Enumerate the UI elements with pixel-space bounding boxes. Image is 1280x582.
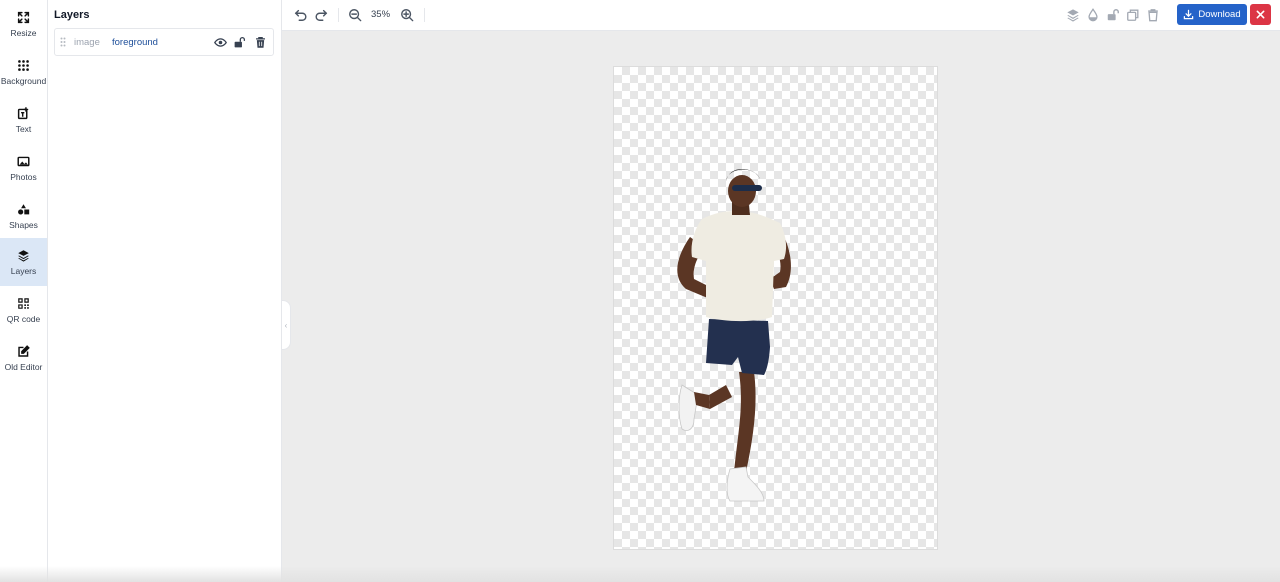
duplicate-icon[interactable]	[1126, 8, 1140, 22]
layers-panel: Layers image foreground	[48, 0, 282, 582]
zoom-level: 35%	[371, 9, 391, 20]
top-toolbar: 35% Download	[282, 0, 1280, 31]
download-icon	[1184, 9, 1194, 20]
rail-item-text[interactable]: Text	[0, 96, 47, 144]
rail-item-resize[interactable]: Resize	[0, 0, 47, 48]
delete-icon[interactable]	[254, 36, 267, 49]
lock-toggle-icon[interactable]	[1106, 8, 1120, 22]
unlock-icon[interactable]	[233, 36, 246, 49]
download-button[interactable]: Download	[1177, 4, 1247, 25]
foreground-image[interactable]	[614, 67, 937, 549]
rail-label: Background	[0, 75, 47, 86]
tool-rail: Resize Background Text Photos Shapes Lay…	[0, 0, 48, 582]
resize-icon	[17, 11, 30, 23]
rail-item-background[interactable]: Background	[0, 48, 47, 96]
rail-item-qr-code[interactable]: QR code	[0, 286, 47, 334]
photo-icon	[17, 156, 30, 166]
close-button[interactable]	[1250, 4, 1271, 25]
toolbar-divider	[338, 8, 339, 22]
rail-label: QR code	[6, 313, 41, 324]
rail-item-old-editor[interactable]: Old Editor	[0, 334, 47, 382]
rail-item-layers[interactable]: Layers	[0, 238, 47, 286]
rail-label: Photos	[10, 171, 37, 182]
download-label: Download	[1198, 9, 1241, 20]
rail-item-photos[interactable]: Photos	[0, 144, 47, 192]
rail-label: Layers	[10, 265, 37, 276]
opacity-drop-icon[interactable]	[1086, 8, 1100, 22]
panel-collapse-handle[interactable]: ‹	[282, 300, 291, 350]
zoom-out-icon[interactable]	[348, 8, 362, 22]
edit-icon	[18, 344, 30, 357]
rail-label: Text	[15, 123, 32, 134]
close-icon	[1256, 10, 1265, 19]
redo-icon[interactable]	[314, 8, 328, 22]
undo-icon[interactable]	[294, 8, 308, 22]
qr-code-icon	[18, 297, 29, 309]
rail-item-shapes[interactable]: Shapes	[0, 192, 47, 240]
design-canvas[interactable]	[614, 67, 937, 549]
rail-label: Old Editor	[4, 361, 43, 372]
delete-icon[interactable]	[1146, 8, 1160, 22]
toolbar-divider	[424, 8, 425, 22]
layer-row[interactable]: image foreground	[54, 28, 274, 56]
visibility-eye-icon[interactable]	[214, 36, 227, 49]
layer-name[interactable]: foreground	[112, 37, 158, 48]
panel-title: Layers	[54, 9, 90, 21]
layers-order-icon[interactable]	[1066, 8, 1080, 22]
zoom-in-icon[interactable]	[400, 8, 414, 22]
rail-label: Shapes	[9, 219, 38, 230]
text-icon	[17, 106, 29, 119]
layer-type: image	[74, 37, 100, 48]
shapes-icon	[18, 203, 30, 215]
layers-icon	[18, 249, 29, 262]
drag-handle-icon[interactable]	[60, 37, 66, 47]
rail-label: Resize	[10, 27, 37, 38]
dots-grid-icon	[18, 59, 29, 71]
